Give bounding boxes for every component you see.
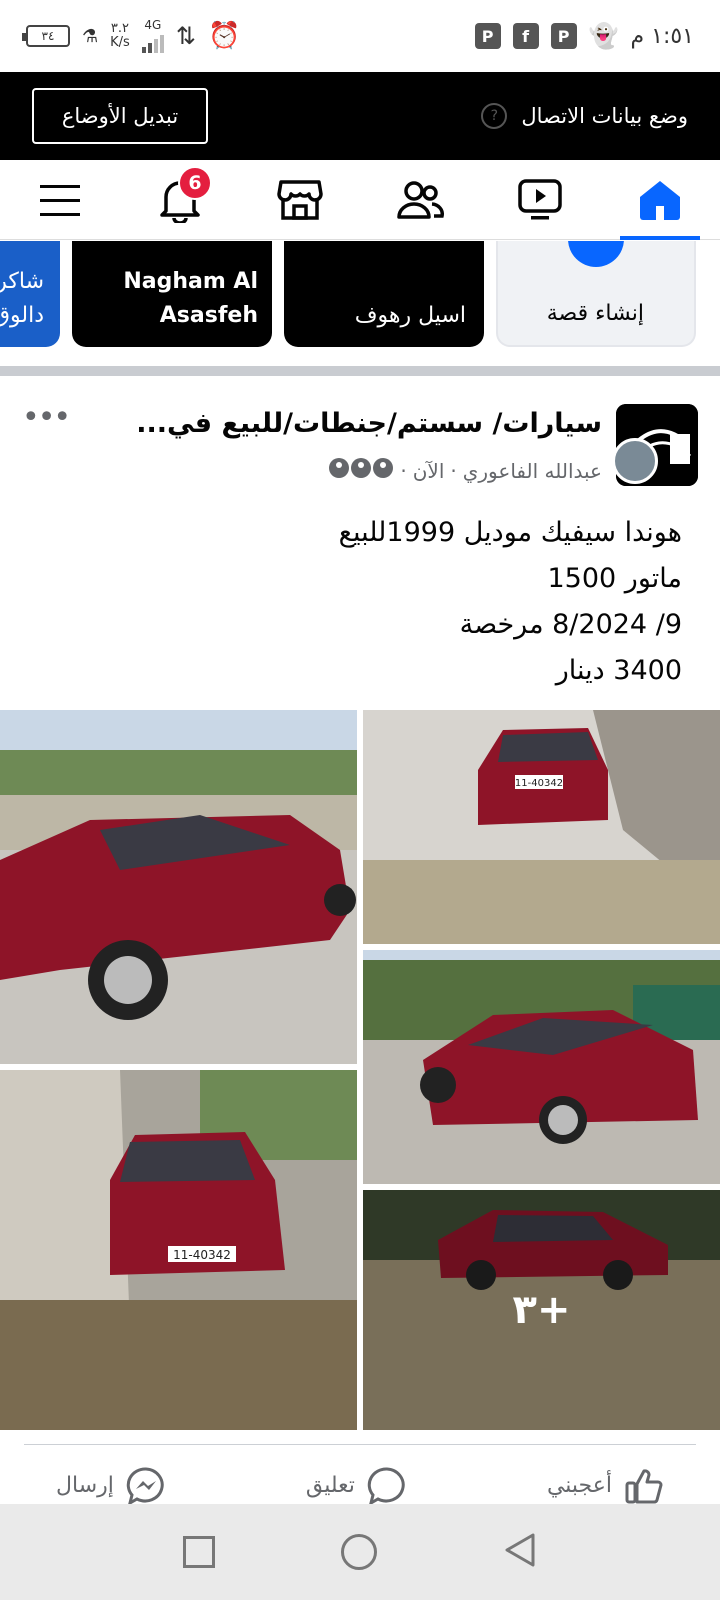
messenger-icon xyxy=(126,1466,164,1506)
notifications-icon[interactable]: 6 xyxy=(140,160,220,240)
battery-level: ٣٤ xyxy=(41,29,55,43)
send-button[interactable]: إرسال xyxy=(56,1466,166,1506)
facebook-icon: f xyxy=(512,23,539,49)
switch-modes-button[interactable]: تبديل الأوضاع xyxy=(32,88,208,144)
meta-separator: · xyxy=(450,458,457,483)
post-line: 9/ 8/2024 مرخصة xyxy=(459,609,682,640)
send-label: إرسال xyxy=(56,1473,114,1498)
data-mode-bar: تبديل الأوضاع ? وضع بيانات الاتصال xyxy=(0,72,720,160)
network-type: 4G xyxy=(144,18,162,32)
top-nav: 6 xyxy=(0,160,720,240)
author-name[interactable]: عبدالله الفاعوري xyxy=(463,459,602,483)
speed-unit: K/s xyxy=(110,35,130,50)
status-bar: ٣٤ ⚗ ٣.٢ K/s 4G ⇅ ⏰ P f P 👻 ١:٥١ م xyxy=(0,0,720,72)
status-right: P f P 👻 ١:٥١ م xyxy=(474,22,695,50)
story-name: شاكر دالوق xyxy=(0,269,44,328)
status-left: ٣٤ ⚗ ٣.٢ K/s 4G ⇅ ⏰ xyxy=(22,18,241,53)
menu-icon[interactable] xyxy=(20,160,100,240)
flask-icon: ⚗ xyxy=(82,25,99,47)
info-icon[interactable]: ? xyxy=(481,103,508,129)
marketplace-icon[interactable] xyxy=(260,160,340,240)
create-story-card[interactable]: إنشاء قصة xyxy=(496,241,696,347)
group-privacy-icon xyxy=(328,456,394,485)
license-plate: 11-40342 xyxy=(515,778,563,789)
post-line: ماتور 1500 xyxy=(547,563,683,594)
story-card[interactable]: شاكر دالوق xyxy=(0,241,60,347)
group-name[interactable]: سيارات/ سستم/جنطات/للبيع في... xyxy=(136,408,602,439)
clock: ١:٥١ م xyxy=(630,23,695,49)
post-line: 3400 دينار xyxy=(555,655,682,686)
license-plate: 11-40342 xyxy=(173,1248,231,1262)
story-card[interactable]: اسيل رهوف xyxy=(284,241,484,347)
data-mode-title-wrap: ? وضع بيانات الاتصال xyxy=(481,103,688,129)
author-avatar[interactable] xyxy=(612,438,658,484)
comment-button[interactable]: تعليق xyxy=(306,1466,407,1506)
signal-icon: 4G xyxy=(141,18,164,53)
plus-icon xyxy=(568,241,624,267)
stories-tray: إنشاء قصة اسيل رهوف Nagham Al Asasfeh شا… xyxy=(0,241,720,363)
notifications-badge: 6 xyxy=(178,165,212,200)
recents-button[interactable] xyxy=(183,1536,215,1568)
like-label: أعجبني xyxy=(546,1473,612,1498)
home-button[interactable] xyxy=(341,1534,377,1570)
post-photo[interactable]: 11-40342 xyxy=(363,710,720,944)
post-header: سيارات/ سستم/جنطات/للبيع في... عبدالله ا… xyxy=(0,376,720,500)
post-time[interactable]: الآن xyxy=(413,459,445,483)
snapchat-icon: 👻 xyxy=(588,22,619,50)
like-button[interactable]: أعجبني xyxy=(547,1466,664,1506)
home-icon[interactable] xyxy=(620,160,700,240)
more-photos-overlay[interactable]: ٣+ xyxy=(363,1190,720,1430)
speed-value: ٣.٢ xyxy=(110,21,130,36)
system-nav-bar xyxy=(0,1504,720,1600)
create-story-label: إنشاء قصة xyxy=(546,301,644,326)
post-photo[interactable] xyxy=(363,950,720,1184)
post-meta: عبدالله الفاعوري · الآن · xyxy=(328,456,602,485)
back-button[interactable] xyxy=(503,1532,537,1572)
story-name: اسيل رهوف xyxy=(354,303,466,328)
friends-icon[interactable] xyxy=(380,160,460,240)
comment-icon xyxy=(367,1466,405,1506)
data-arrows-icon: ⇅ xyxy=(175,22,196,50)
post-actions: إرسال تعليق أعجبني xyxy=(24,1444,696,1506)
app-icon: P xyxy=(474,23,501,49)
story-card[interactable]: Nagham Al Asasfeh xyxy=(72,241,272,347)
alarm-icon: ⏰ xyxy=(207,21,241,51)
comment-label: تعليق xyxy=(305,1473,355,1498)
post-body: هوندا سيفيك موديل 1999للبيع ماتور 1500 9… xyxy=(42,510,682,694)
more-options-icon[interactable]: ••• xyxy=(22,400,71,435)
post-photo[interactable]: 11-40342 xyxy=(0,1070,357,1430)
story-name: Nagham Al Asasfeh xyxy=(123,269,258,328)
battery-icon: ٣٤ xyxy=(22,25,70,47)
watch-icon[interactable] xyxy=(500,160,580,240)
post-photo[interactable] xyxy=(0,710,357,1064)
post-line: هوندا سيفيك موديل 1999للبيع xyxy=(338,517,682,548)
feed-divider xyxy=(0,366,720,376)
meta-separator: · xyxy=(400,458,407,483)
app-icon: P xyxy=(550,23,577,49)
data-mode-title: وضع بيانات الاتصال xyxy=(521,104,688,128)
network-speed: ٣.٢ K/s xyxy=(110,22,130,50)
post-photo[interactable]: ٣+ xyxy=(363,1190,720,1430)
thumbs-up-icon xyxy=(625,1468,663,1503)
photo-gallery: 11-40342 11-40342 ٣+ xyxy=(0,710,720,1430)
